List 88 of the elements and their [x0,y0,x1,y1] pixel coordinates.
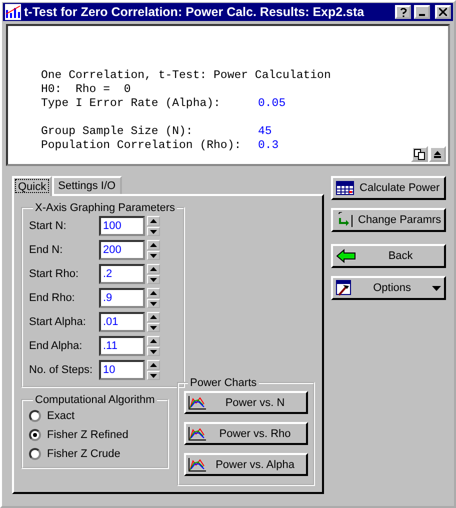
minimize-button[interactable] [414,5,430,19]
number-field[interactable]: .01 [99,312,145,332]
tab[interactable]: Settings I/O [52,176,122,194]
spin-up-button[interactable] [147,336,160,346]
number-field[interactable]: 200 [99,240,145,260]
field-label: No. of Steps: [29,364,94,376]
result-value: 0.05 [258,97,286,111]
spin-up-button[interactable] [147,288,160,298]
left-arrow-icon [336,249,356,263]
result-label: Group Sample Size (N): [41,125,194,139]
group-title: Power Charts [189,377,258,389]
dropdown-caret-icon [432,286,442,290]
field-label: Start N: [29,220,68,232]
action-button[interactable]: Back [331,244,446,268]
line-chart-icon [188,396,206,410]
question-mark-icon [400,8,406,16]
spin-down-button[interactable] [147,251,160,260]
action-button[interactable]: Change Paramrs [331,208,446,232]
field-label: Start Rho: [29,268,80,280]
up-arrow-icon [150,219,157,223]
spin-up-button[interactable] [147,264,160,274]
radio-button[interactable] [29,428,41,440]
result-label: Type I Error Rate (Alpha): [41,97,222,111]
down-arrow-icon [150,254,157,258]
up-arrow-icon [150,339,157,343]
spin-down-button[interactable] [147,323,160,332]
copy-icon [414,148,425,160]
tab[interactable]: Quick [12,176,52,196]
spin-down-button[interactable] [147,227,160,236]
spreadsheet-icon [336,181,354,195]
spin-down-button[interactable] [147,347,160,356]
spin-down-button[interactable] [147,275,160,284]
spin-up-button[interactable] [147,360,160,370]
number-field[interactable]: .11 [99,336,145,356]
field-label: End Alpha: [29,340,84,352]
hammer-icon [336,280,352,296]
down-arrow-icon [150,302,157,306]
number-field[interactable]: 10 [99,360,145,380]
minimize-icon [419,14,425,16]
app-icon [5,4,21,20]
arrow-icon [336,212,354,228]
radio-label: Exact [47,410,75,422]
help-button[interactable] [395,5,411,19]
window-title: t-Test for Zero Correlation: Power Calc. Results: Exp2.sta [24,5,366,19]
down-arrow-icon [150,350,157,354]
up-arrow-icon [150,291,157,295]
line-chart-icon [188,426,206,440]
result-value: 0.3 [258,139,279,153]
up-arrow-icon [150,315,157,319]
action-button[interactable]: Options [331,276,446,300]
copy-button[interactable] [411,146,428,162]
close-button[interactable] [435,5,451,19]
radio-button[interactable] [29,410,41,422]
spin-down-button[interactable] [147,299,160,308]
result-label: H0: Rho = 0 [41,83,132,97]
spin-down-button[interactable] [147,371,160,380]
chart-button[interactable]: Power vs. Alpha [184,453,308,476]
group-title: Computational Algorithm [34,394,156,406]
down-arrow-icon [150,326,157,330]
down-arrow-icon [150,230,157,234]
result-value: 45 [258,125,272,139]
maximize-pane-button[interactable] [429,146,446,162]
field-label: End N: [29,244,64,256]
result-label: One Correlation, t-Test: Power Calculation [41,69,331,83]
chart-button[interactable]: Power vs. N [184,391,308,414]
spin-up-button[interactable] [147,240,160,250]
group-title: X-Axis Graphing Parameters [34,202,176,214]
line-chart-icon [188,458,206,472]
up-arrow-icon [150,363,157,367]
spin-up-button[interactable] [147,312,160,322]
action-button[interactable]: Calculate Power [331,176,446,200]
result-label: Population Correlation (Rho): [41,139,242,153]
radio-label: Fisher Z Refined [47,428,128,440]
eject-icon [434,150,441,158]
close-icon [439,8,447,16]
number-field[interactable]: .2 [99,264,145,284]
up-arrow-icon [150,243,157,247]
field-label: End Rho: [29,292,76,304]
up-arrow-icon [150,267,157,271]
spin-up-button[interactable] [147,216,160,226]
radio-button[interactable] [29,448,41,460]
down-arrow-icon [150,374,157,378]
field-label: Start Alpha: [29,316,87,328]
down-arrow-icon [150,278,157,282]
number-field[interactable]: 100 [99,216,145,236]
chart-button[interactable]: Power vs. Rho [184,422,308,445]
radio-label: Fisher Z Crude [47,448,120,460]
number-field[interactable]: .9 [99,288,145,308]
